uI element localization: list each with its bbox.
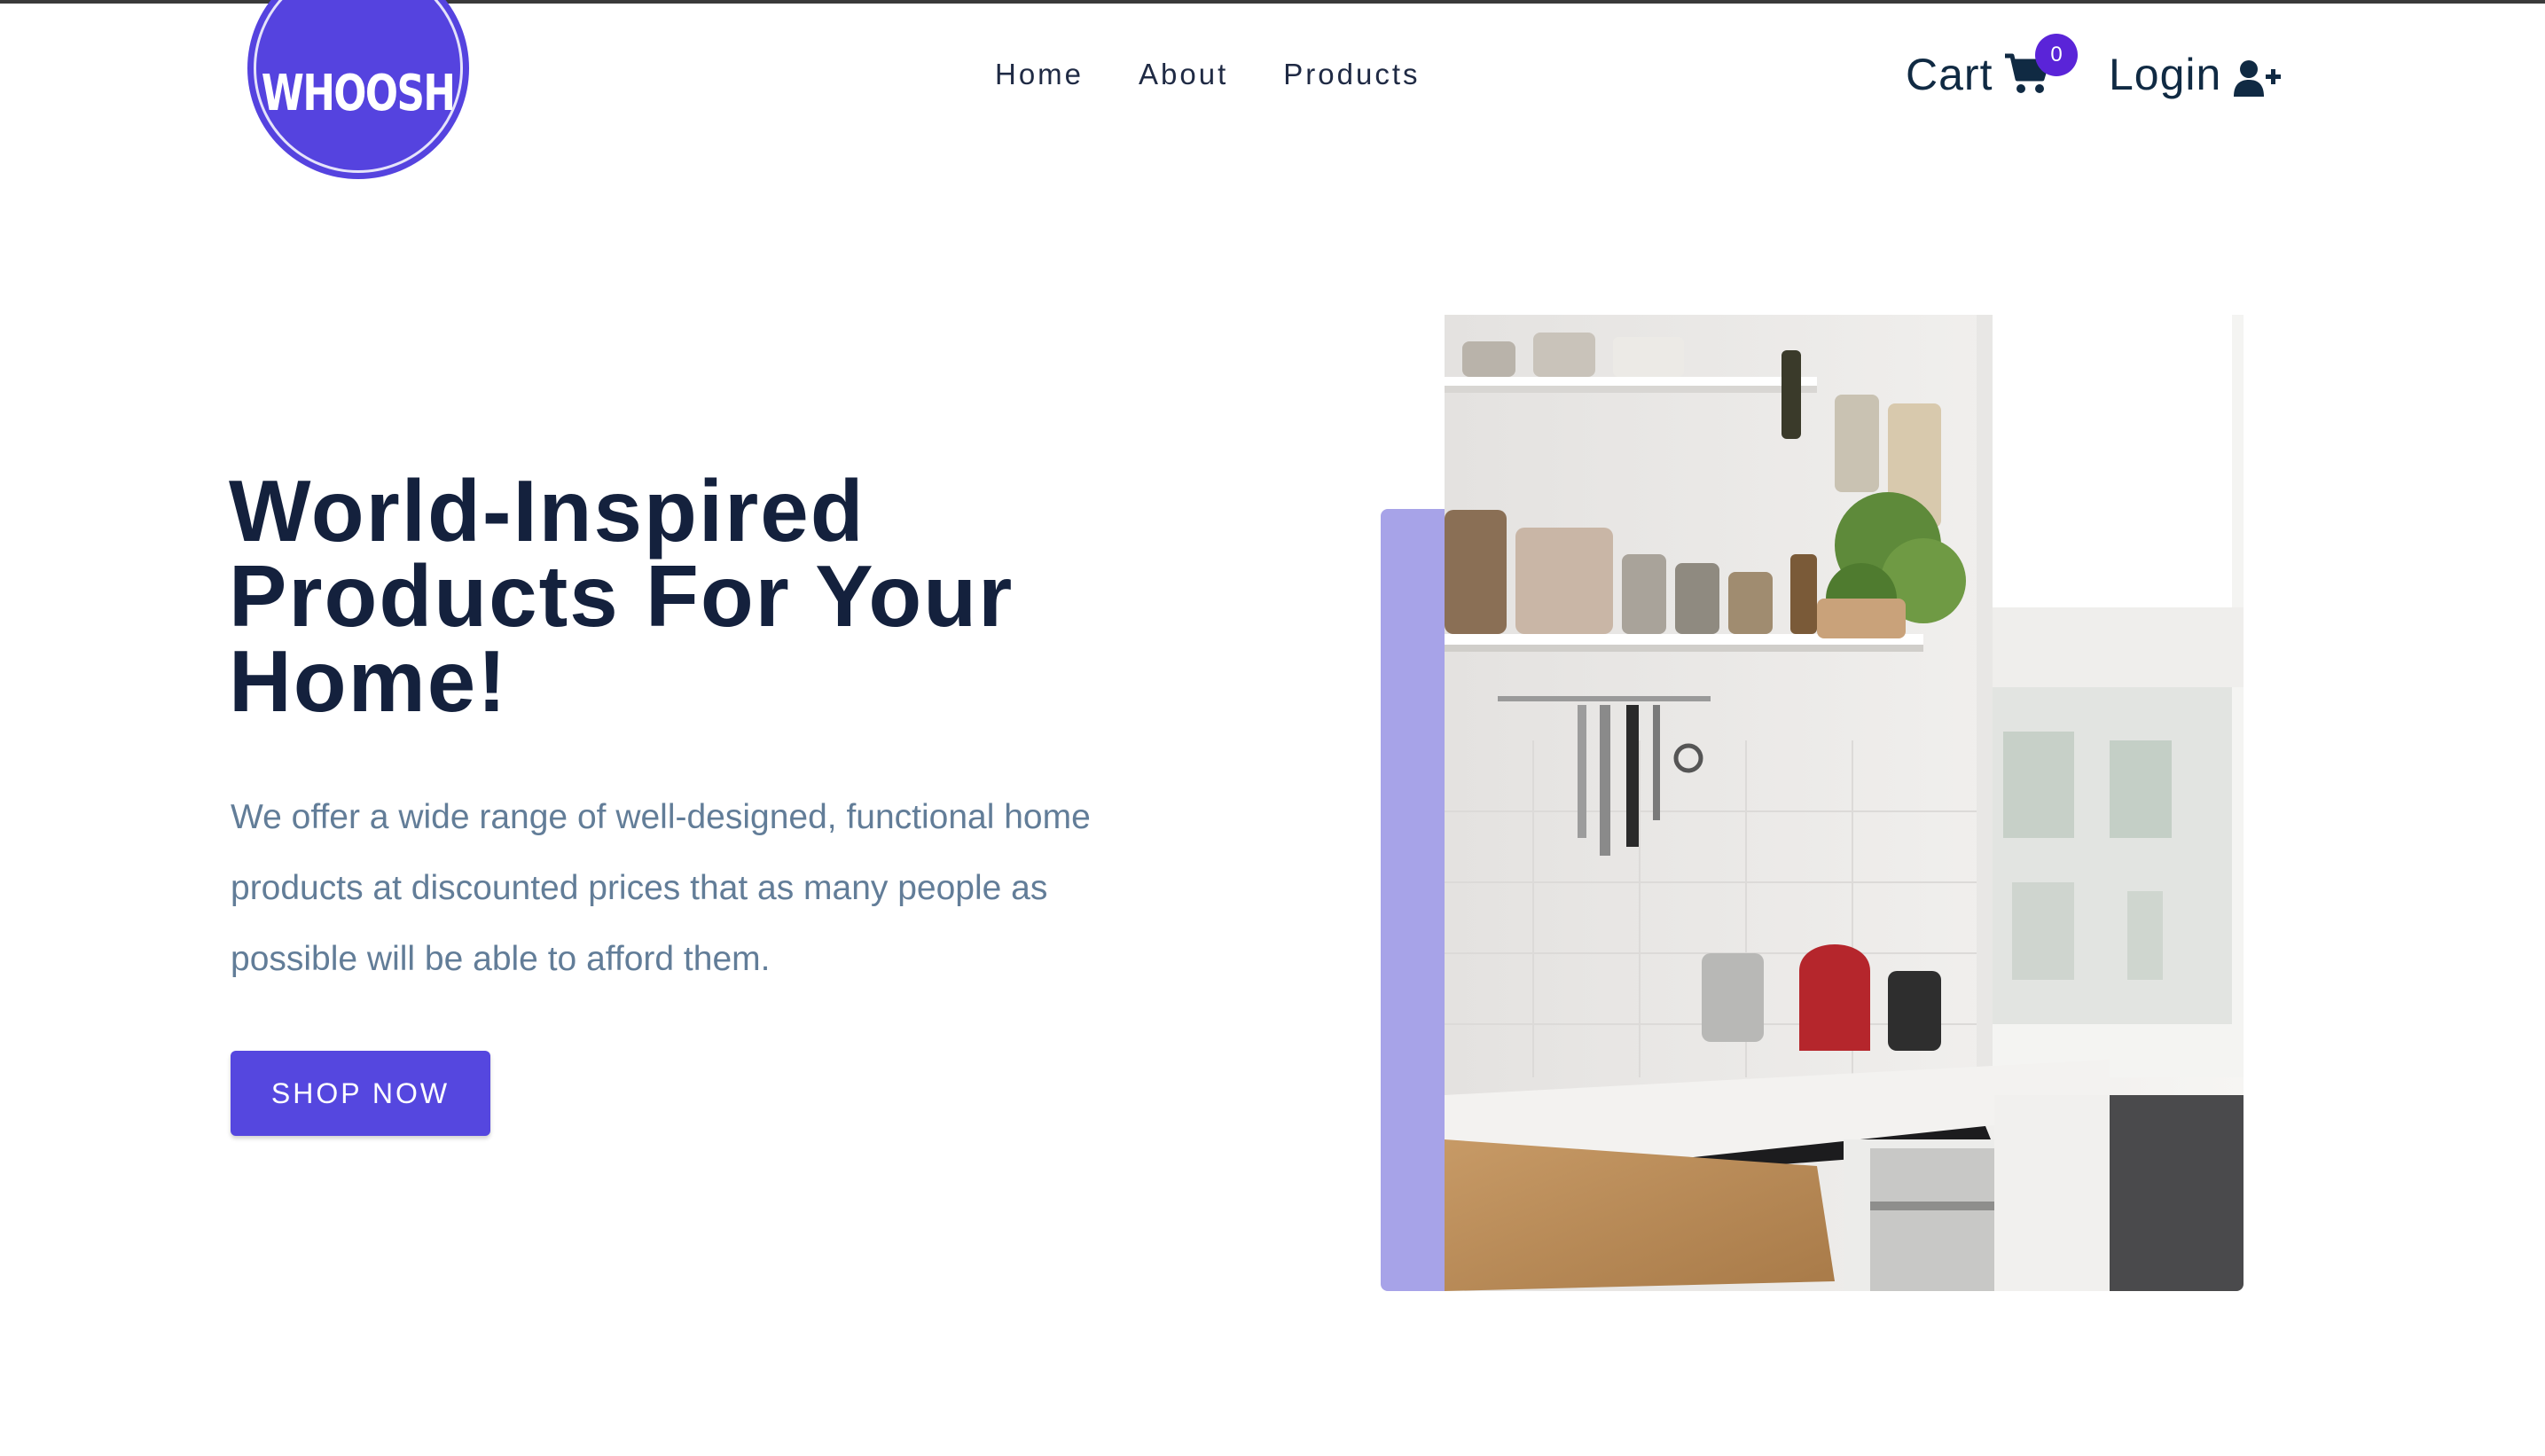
logo-text: WHOOSH [262,64,456,122]
nav-products[interactable]: Products [1283,55,1420,94]
nav-home[interactable]: Home [995,55,1084,94]
page: WHOOSH Home About Products Cart 0 Login [0,0,2545,1456]
hero-title: World-Inspired Products For Your Home! [229,462,1014,730]
hero-description: We offer a wide range of well-designed, … [231,798,1091,978]
cart-label: Cart [1906,50,1993,99]
login-button[interactable]: Login [2109,46,2282,103]
shop-now-button[interactable]: SHOP NOW [231,1051,490,1136]
user-plus-icon [2234,55,2282,97]
main-nav: Home About Products [995,55,1476,94]
kitchen-photo [1445,315,2244,1291]
cart-button[interactable]: Cart [1906,46,2051,103]
logo[interactable]: WHOOSH [247,0,469,179]
cart-count-badge: 0 [2035,34,2078,76]
login-label: Login [2109,50,2222,99]
nav-about[interactable]: About [1139,55,1228,94]
